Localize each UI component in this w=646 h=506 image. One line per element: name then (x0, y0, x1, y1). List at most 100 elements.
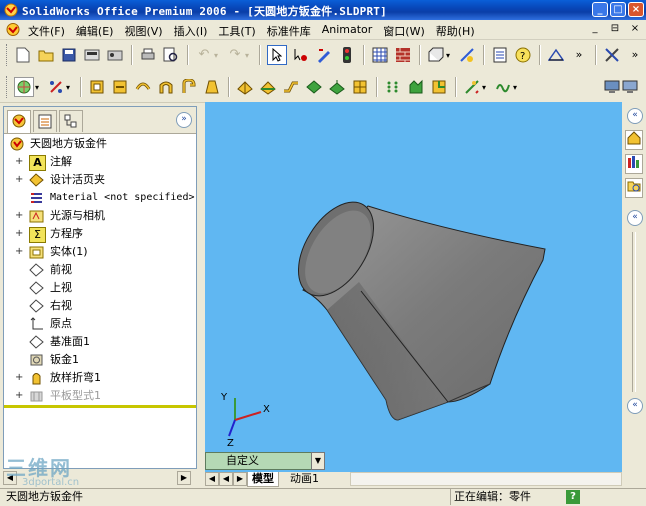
close-button[interactable]: × (628, 2, 644, 17)
more-icon-2[interactable]: » (626, 46, 644, 64)
tree-item-design-binder[interactable]: + 设计活页夹 (4, 171, 196, 189)
chevron-down-icon[interactable]: ▼ (311, 452, 325, 470)
display-style-icon[interactable] (47, 78, 65, 96)
print-setup-icon[interactable] (83, 46, 101, 64)
tab-prev-button[interactable]: ◀ (219, 472, 233, 486)
new-icon[interactable] (14, 46, 32, 64)
print-icon[interactable] (139, 46, 157, 64)
panel-expand-button[interactable]: » (176, 112, 192, 128)
panel-scrollbar[interactable]: ◀ ▶ (3, 471, 197, 485)
sketched-bend-icon[interactable] (282, 78, 300, 96)
select-other-icon[interactable] (292, 46, 310, 64)
maximize-button[interactable]: □ (610, 2, 626, 17)
menu-standard-library[interactable]: 标准件库 (267, 23, 311, 39)
tree-item-origin[interactable]: 原点 (4, 315, 196, 333)
monitor-icon[interactable] (603, 78, 621, 96)
tab-first-button[interactable]: ◀ (205, 472, 219, 486)
configuration-manager-tab[interactable] (59, 110, 83, 132)
jog-icon[interactable] (203, 78, 221, 96)
rip-icon[interactable] (384, 78, 402, 96)
menu-view[interactable]: 视图(V) (124, 23, 162, 39)
pane-collapse-button[interactable]: « (627, 108, 643, 124)
menu-tools[interactable]: 工具(T) (218, 23, 255, 39)
brick-icon[interactable] (394, 46, 412, 64)
viewport-hscrollbar[interactable] (350, 472, 622, 486)
pane-splitter[interactable] (632, 232, 636, 392)
menu-file[interactable]: 文件(F) (28, 23, 65, 39)
miter-icon[interactable] (259, 78, 277, 96)
no-bends-icon[interactable] (351, 78, 369, 96)
tree-item-annotations[interactable]: + A 注解 (4, 153, 196, 171)
loft-icon[interactable] (157, 78, 175, 96)
menu-window[interactable]: 窗口(W) (383, 23, 424, 39)
tree-item-top-plane[interactable]: 上视 (4, 279, 196, 297)
design-library-icon[interactable] (625, 154, 643, 174)
tree-root[interactable]: 天圆地方钣金件 (4, 135, 196, 153)
rollback-bar[interactable] (4, 405, 196, 408)
sheetmetal-base-icon[interactable] (88, 78, 106, 96)
expand-icon[interactable]: + (15, 243, 23, 261)
sheetmetal-options-icon[interactable] (603, 46, 621, 64)
insert-bends-icon[interactable] (463, 78, 481, 96)
print-preview-icon[interactable] (162, 46, 180, 64)
closed-corner-icon[interactable] (430, 78, 448, 96)
help-icon[interactable]: ? (566, 490, 580, 504)
sweep-icon[interactable] (134, 78, 152, 96)
tree-item-sheetmetal1[interactable]: 钣金1 (4, 351, 196, 369)
tree-item-material[interactable]: Material <not specified> (4, 189, 196, 207)
tree-item-flat-pattern1[interactable]: + 平板型式1 (4, 387, 196, 405)
doc-minimize-button[interactable]: _ (588, 22, 602, 35)
convert-icon[interactable] (111, 78, 129, 96)
break-corner-icon[interactable] (407, 78, 425, 96)
view-orientation-icon[interactable] (427, 46, 445, 64)
minimize-button[interactable]: _ (592, 2, 608, 17)
tree-item-front-plane[interactable]: 前视 (4, 261, 196, 279)
menu-insert[interactable]: 插入(I) (174, 23, 208, 39)
file-explorer-icon[interactable] (625, 178, 643, 198)
view-dropdown[interactable]: 自定义 ▼ (205, 452, 325, 470)
menu-animator[interactable]: Animator (322, 23, 373, 39)
home-icon[interactable] (625, 130, 643, 150)
expand-icon[interactable]: + (15, 387, 23, 405)
more-icon[interactable]: » (570, 46, 588, 64)
monitor-icon-2[interactable] (621, 78, 639, 96)
tree-item-right-plane[interactable]: 右视 (4, 297, 196, 315)
scroll-left-button[interactable]: ◀ (3, 471, 17, 485)
scroll-right-button[interactable]: ▶ (177, 471, 191, 485)
unfold-icon[interactable] (305, 78, 323, 96)
3d-sketch-icon[interactable] (458, 46, 476, 64)
tab-next-button[interactable]: ▶ (233, 472, 247, 486)
expand-icon[interactable]: + (15, 225, 23, 243)
tree-item-equations[interactable]: + Σ 方程序 (4, 225, 196, 243)
tree-item-lights-cameras[interactable]: + 光源与相机 (4, 207, 196, 225)
redo-icon[interactable]: ↷ (226, 46, 244, 64)
expand-icon[interactable]: + (15, 153, 23, 171)
options-icon[interactable] (106, 46, 124, 64)
doc-restore-button[interactable]: ⊟ (608, 22, 622, 35)
grid-icon[interactable] (371, 46, 389, 64)
tree-item-solid-bodies[interactable]: + 实体(1) (4, 243, 196, 261)
pane-expand-button[interactable]: « (627, 210, 643, 226)
menu-edit[interactable]: 编辑(E) (76, 23, 114, 39)
expand-icon[interactable]: + (15, 171, 23, 189)
sketch-icon[interactable] (547, 46, 565, 64)
doc-close-button[interactable]: × (628, 22, 642, 35)
sketch-edit-icon[interactable] (315, 46, 333, 64)
expand-icon[interactable]: + (15, 207, 23, 225)
smart-icon[interactable] (494, 78, 512, 96)
property-manager-tab[interactable] (33, 110, 57, 132)
graphics-area[interactable]: Y X Z 自定义 ▼ (205, 102, 622, 472)
toolbar-grip[interactable] (6, 44, 10, 66)
properties-icon[interactable] (491, 46, 509, 64)
edge-flange-icon[interactable] (236, 78, 254, 96)
tab-model[interactable]: 模型 (247, 472, 279, 487)
traffic-light-icon[interactable] (338, 46, 356, 64)
select-icon[interactable] (267, 45, 287, 65)
part-document-icon[interactable] (5, 22, 21, 37)
hem-icon[interactable] (180, 78, 198, 96)
menu-help[interactable]: 帮助(H) (436, 23, 475, 39)
help-icon[interactable]: ? (514, 46, 532, 64)
fold-icon[interactable] (328, 78, 346, 96)
tree-item-plane1[interactable]: 基准面1 (4, 333, 196, 351)
save-icon[interactable] (60, 46, 78, 64)
